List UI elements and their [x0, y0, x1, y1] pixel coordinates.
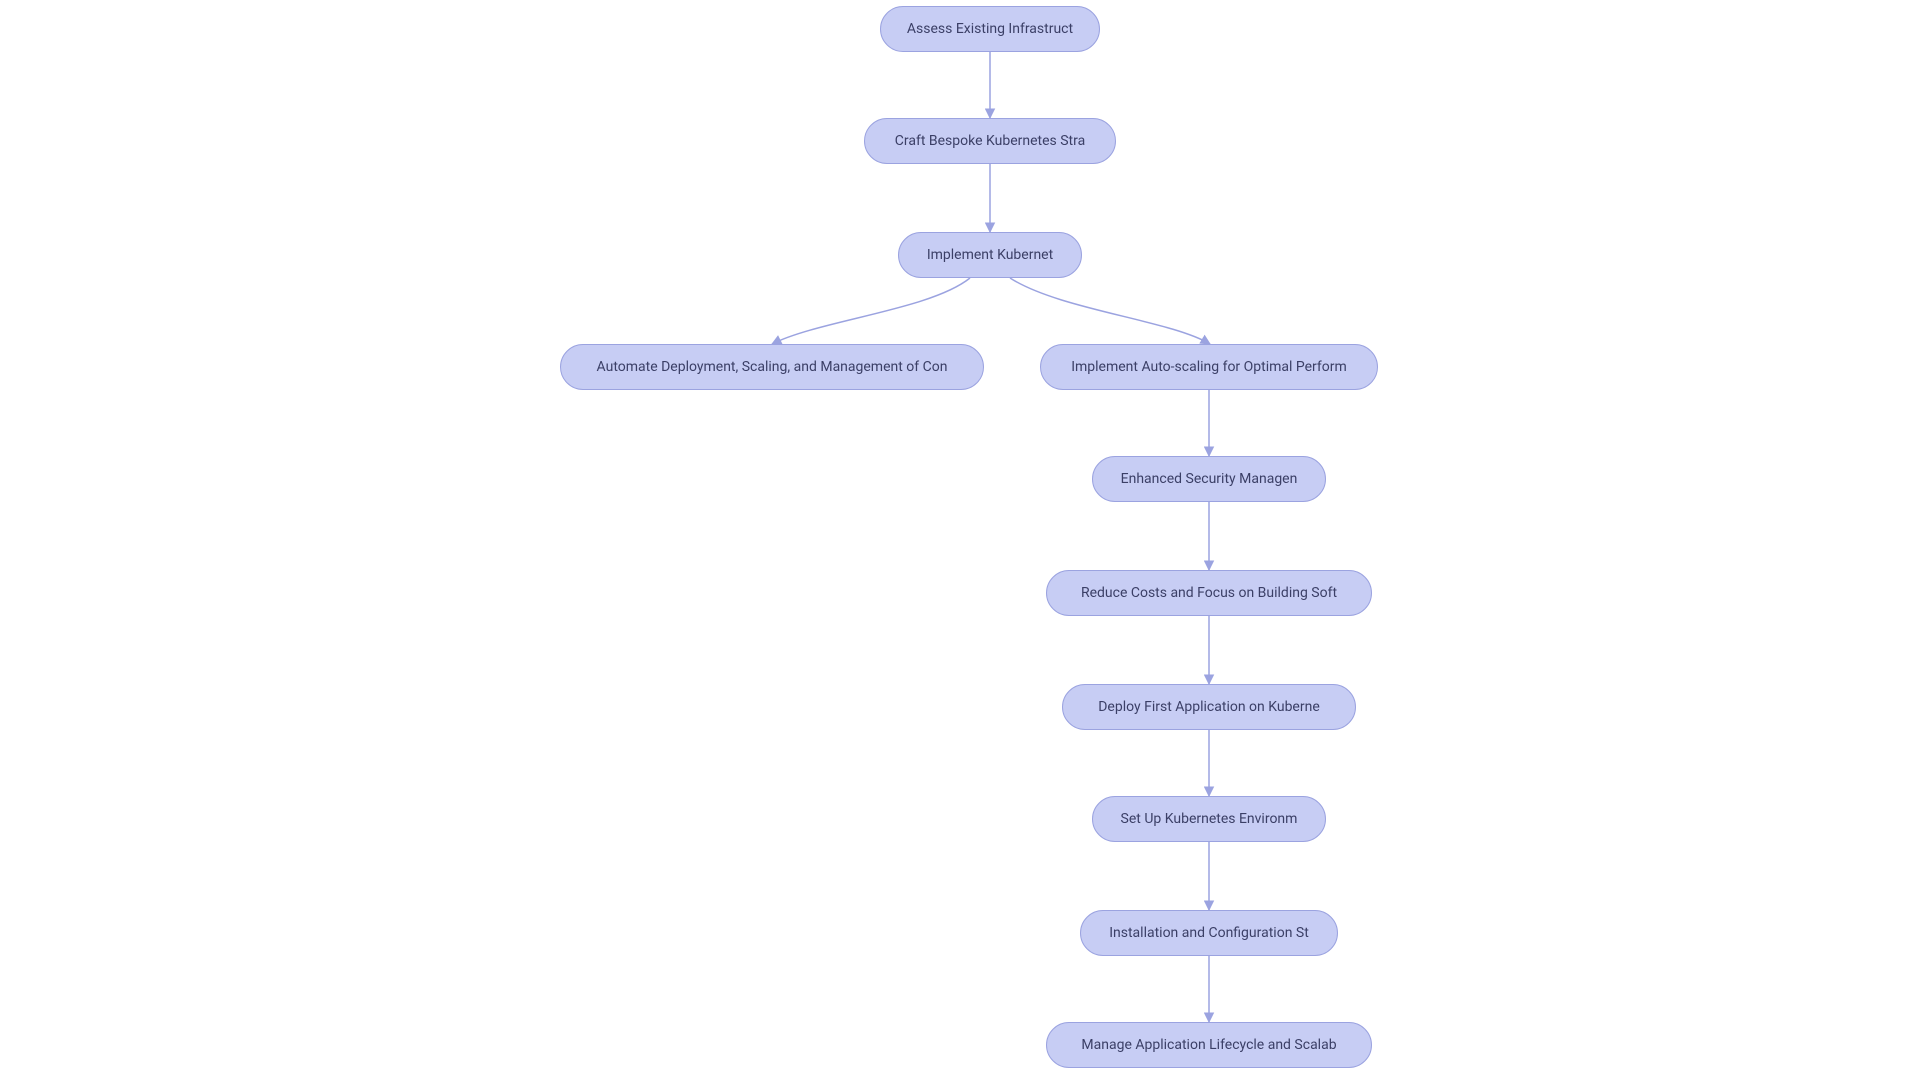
flowchart-canvas: Assess Existing Infrastruct Craft Bespok…: [0, 0, 1920, 1080]
node-deploy-first-app[interactable]: Deploy First Application on Kuberne: [1062, 684, 1356, 730]
edge-n3-n4: [772, 278, 970, 344]
node-automate-deployment[interactable]: Automate Deployment, Scaling, and Manage…: [560, 344, 984, 390]
node-auto-scaling[interactable]: Implement Auto-scaling for Optimal Perfo…: [1040, 344, 1378, 390]
edge-n3-n5: [1010, 278, 1210, 344]
node-implement-kubernetes[interactable]: Implement Kubernet: [898, 232, 1082, 278]
node-security-management[interactable]: Enhanced Security Managen: [1092, 456, 1326, 502]
node-assess-infrastructure[interactable]: Assess Existing Infrastruct: [880, 6, 1100, 52]
node-setup-environment[interactable]: Set Up Kubernetes Environm: [1092, 796, 1326, 842]
node-craft-strategy[interactable]: Craft Bespoke Kubernetes Stra: [864, 118, 1116, 164]
node-manage-lifecycle[interactable]: Manage Application Lifecycle and Scalab: [1046, 1022, 1372, 1068]
node-reduce-costs[interactable]: Reduce Costs and Focus on Building Soft: [1046, 570, 1372, 616]
node-install-config[interactable]: Installation and Configuration St: [1080, 910, 1338, 956]
